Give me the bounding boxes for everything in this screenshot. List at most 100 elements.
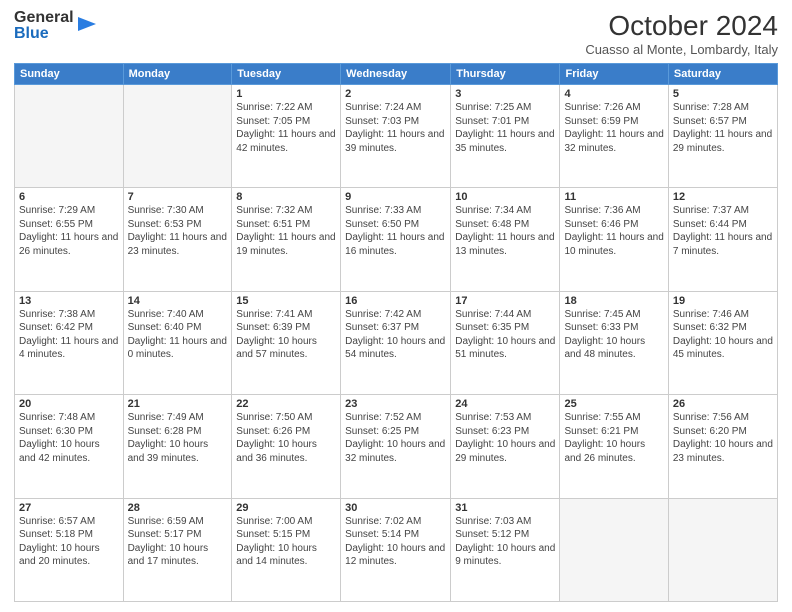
logo: General Blue [14, 10, 98, 42]
day-number: 1 [236, 88, 336, 100]
calendar-cell: 17Sunrise: 7:44 AMSunset: 6:35 PMDayligh… [451, 291, 560, 394]
day-number: 18 [564, 295, 663, 307]
day-info: Sunrise: 7:33 AMSunset: 6:50 PMDaylight:… [345, 204, 446, 258]
calendar-cell: 10Sunrise: 7:34 AMSunset: 6:48 PMDayligh… [451, 188, 560, 291]
calendar-cell: 27Sunrise: 6:57 AMSunset: 5:18 PMDayligh… [15, 498, 124, 601]
day-number: 15 [236, 295, 336, 307]
day-number: 24 [455, 398, 555, 410]
calendar-week-row: 13Sunrise: 7:38 AMSunset: 6:42 PMDayligh… [15, 291, 778, 394]
day-info: Sunrise: 7:44 AMSunset: 6:35 PMDaylight:… [455, 308, 555, 362]
day-number: 12 [673, 191, 773, 203]
day-number: 19 [673, 295, 773, 307]
day-number: 10 [455, 191, 555, 203]
calendar-cell: 2Sunrise: 7:24 AMSunset: 7:03 PMDaylight… [341, 85, 451, 188]
logo-word: General Blue [14, 10, 74, 42]
calendar-cell: 16Sunrise: 7:42 AMSunset: 6:37 PMDayligh… [341, 291, 451, 394]
calendar-cell: 31Sunrise: 7:03 AMSunset: 5:12 PMDayligh… [451, 498, 560, 601]
calendar-cell: 23Sunrise: 7:52 AMSunset: 6:25 PMDayligh… [341, 395, 451, 498]
calendar-cell: 15Sunrise: 7:41 AMSunset: 6:39 PMDayligh… [232, 291, 341, 394]
day-info: Sunrise: 7:00 AMSunset: 5:15 PMDaylight:… [236, 515, 336, 569]
calendar-cell: 29Sunrise: 7:00 AMSunset: 5:15 PMDayligh… [232, 498, 341, 601]
day-number: 7 [128, 191, 228, 203]
calendar-day-header: Wednesday [341, 64, 451, 85]
page: General Blue October 2024 Cuasso al Mont… [0, 0, 792, 612]
day-number: 31 [455, 502, 555, 514]
calendar-day-header: Saturday [668, 64, 777, 85]
calendar-week-row: 6Sunrise: 7:29 AMSunset: 6:55 PMDaylight… [15, 188, 778, 291]
day-info: Sunrise: 7:38 AMSunset: 6:42 PMDaylight:… [19, 308, 119, 362]
logo-blue: Blue [14, 26, 74, 42]
logo-general: General [14, 10, 74, 26]
calendar-cell: 11Sunrise: 7:36 AMSunset: 6:46 PMDayligh… [560, 188, 668, 291]
day-info: Sunrise: 6:57 AMSunset: 5:18 PMDaylight:… [19, 515, 119, 569]
calendar-cell: 18Sunrise: 7:45 AMSunset: 6:33 PMDayligh… [560, 291, 668, 394]
day-info: Sunrise: 7:29 AMSunset: 6:55 PMDaylight:… [19, 204, 119, 258]
calendar-week-row: 27Sunrise: 6:57 AMSunset: 5:18 PMDayligh… [15, 498, 778, 601]
day-info: Sunrise: 7:28 AMSunset: 6:57 PMDaylight:… [673, 101, 773, 155]
calendar-cell: 12Sunrise: 7:37 AMSunset: 6:44 PMDayligh… [668, 188, 777, 291]
day-info: Sunrise: 7:02 AMSunset: 5:14 PMDaylight:… [345, 515, 446, 569]
day-info: Sunrise: 7:56 AMSunset: 6:20 PMDaylight:… [673, 411, 773, 465]
day-number: 17 [455, 295, 555, 307]
day-info: Sunrise: 7:34 AMSunset: 6:48 PMDaylight:… [455, 204, 555, 258]
calendar-cell: 21Sunrise: 7:49 AMSunset: 6:28 PMDayligh… [123, 395, 232, 498]
calendar-cell: 4Sunrise: 7:26 AMSunset: 6:59 PMDaylight… [560, 85, 668, 188]
calendar-cell: 25Sunrise: 7:55 AMSunset: 6:21 PMDayligh… [560, 395, 668, 498]
calendar-cell: 22Sunrise: 7:50 AMSunset: 6:26 PMDayligh… [232, 395, 341, 498]
day-info: Sunrise: 7:46 AMSunset: 6:32 PMDaylight:… [673, 308, 773, 362]
calendar-cell: 13Sunrise: 7:38 AMSunset: 6:42 PMDayligh… [15, 291, 124, 394]
calendar-week-row: 20Sunrise: 7:48 AMSunset: 6:30 PMDayligh… [15, 395, 778, 498]
calendar-cell: 1Sunrise: 7:22 AMSunset: 7:05 PMDaylight… [232, 85, 341, 188]
calendar-cell [668, 498, 777, 601]
day-info: Sunrise: 7:49 AMSunset: 6:28 PMDaylight:… [128, 411, 228, 465]
day-number: 8 [236, 191, 336, 203]
day-info: Sunrise: 7:53 AMSunset: 6:23 PMDaylight:… [455, 411, 555, 465]
day-info: Sunrise: 7:32 AMSunset: 6:51 PMDaylight:… [236, 204, 336, 258]
day-number: 14 [128, 295, 228, 307]
day-info: Sunrise: 7:52 AMSunset: 6:25 PMDaylight:… [345, 411, 446, 465]
day-info: Sunrise: 7:48 AMSunset: 6:30 PMDaylight:… [19, 411, 119, 465]
day-info: Sunrise: 7:45 AMSunset: 6:33 PMDaylight:… [564, 308, 663, 362]
day-info: Sunrise: 7:40 AMSunset: 6:40 PMDaylight:… [128, 308, 228, 362]
day-number: 13 [19, 295, 119, 307]
day-info: Sunrise: 7:24 AMSunset: 7:03 PMDaylight:… [345, 101, 446, 155]
day-number: 5 [673, 88, 773, 100]
calendar-cell [123, 85, 232, 188]
day-info: Sunrise: 7:36 AMSunset: 6:46 PMDaylight:… [564, 204, 663, 258]
day-info: Sunrise: 7:41 AMSunset: 6:39 PMDaylight:… [236, 308, 336, 362]
logo-arrow-icon [76, 13, 98, 35]
calendar-cell: 28Sunrise: 6:59 AMSunset: 5:17 PMDayligh… [123, 498, 232, 601]
calendar-cell [15, 85, 124, 188]
calendar-cell: 24Sunrise: 7:53 AMSunset: 6:23 PMDayligh… [451, 395, 560, 498]
location: Cuasso al Monte, Lombardy, Italy [585, 42, 778, 57]
calendar-week-row: 1Sunrise: 7:22 AMSunset: 7:05 PMDaylight… [15, 85, 778, 188]
calendar-day-header: Sunday [15, 64, 124, 85]
day-number: 28 [128, 502, 228, 514]
calendar-cell: 20Sunrise: 7:48 AMSunset: 6:30 PMDayligh… [15, 395, 124, 498]
day-number: 6 [19, 191, 119, 203]
calendar-cell: 5Sunrise: 7:28 AMSunset: 6:57 PMDaylight… [668, 85, 777, 188]
calendar-cell: 3Sunrise: 7:25 AMSunset: 7:01 PMDaylight… [451, 85, 560, 188]
calendar-cell: 7Sunrise: 7:30 AMSunset: 6:53 PMDaylight… [123, 188, 232, 291]
calendar-cell: 30Sunrise: 7:02 AMSunset: 5:14 PMDayligh… [341, 498, 451, 601]
calendar-day-header: Friday [560, 64, 668, 85]
calendar-cell: 9Sunrise: 7:33 AMSunset: 6:50 PMDaylight… [341, 188, 451, 291]
day-number: 16 [345, 295, 446, 307]
day-number: 4 [564, 88, 663, 100]
calendar-day-header: Tuesday [232, 64, 341, 85]
day-info: Sunrise: 7:55 AMSunset: 6:21 PMDaylight:… [564, 411, 663, 465]
day-number: 25 [564, 398, 663, 410]
day-number: 23 [345, 398, 446, 410]
day-info: Sunrise: 7:25 AMSunset: 7:01 PMDaylight:… [455, 101, 555, 155]
month-year: October 2024 [585, 10, 778, 42]
day-number: 22 [236, 398, 336, 410]
day-number: 27 [19, 502, 119, 514]
day-number: 11 [564, 191, 663, 203]
day-number: 9 [345, 191, 446, 203]
day-number: 21 [128, 398, 228, 410]
calendar-cell: 19Sunrise: 7:46 AMSunset: 6:32 PMDayligh… [668, 291, 777, 394]
calendar-header-row: SundayMondayTuesdayWednesdayThursdayFrid… [15, 64, 778, 85]
calendar-cell: 8Sunrise: 7:32 AMSunset: 6:51 PMDaylight… [232, 188, 341, 291]
day-number: 30 [345, 502, 446, 514]
day-number: 29 [236, 502, 336, 514]
